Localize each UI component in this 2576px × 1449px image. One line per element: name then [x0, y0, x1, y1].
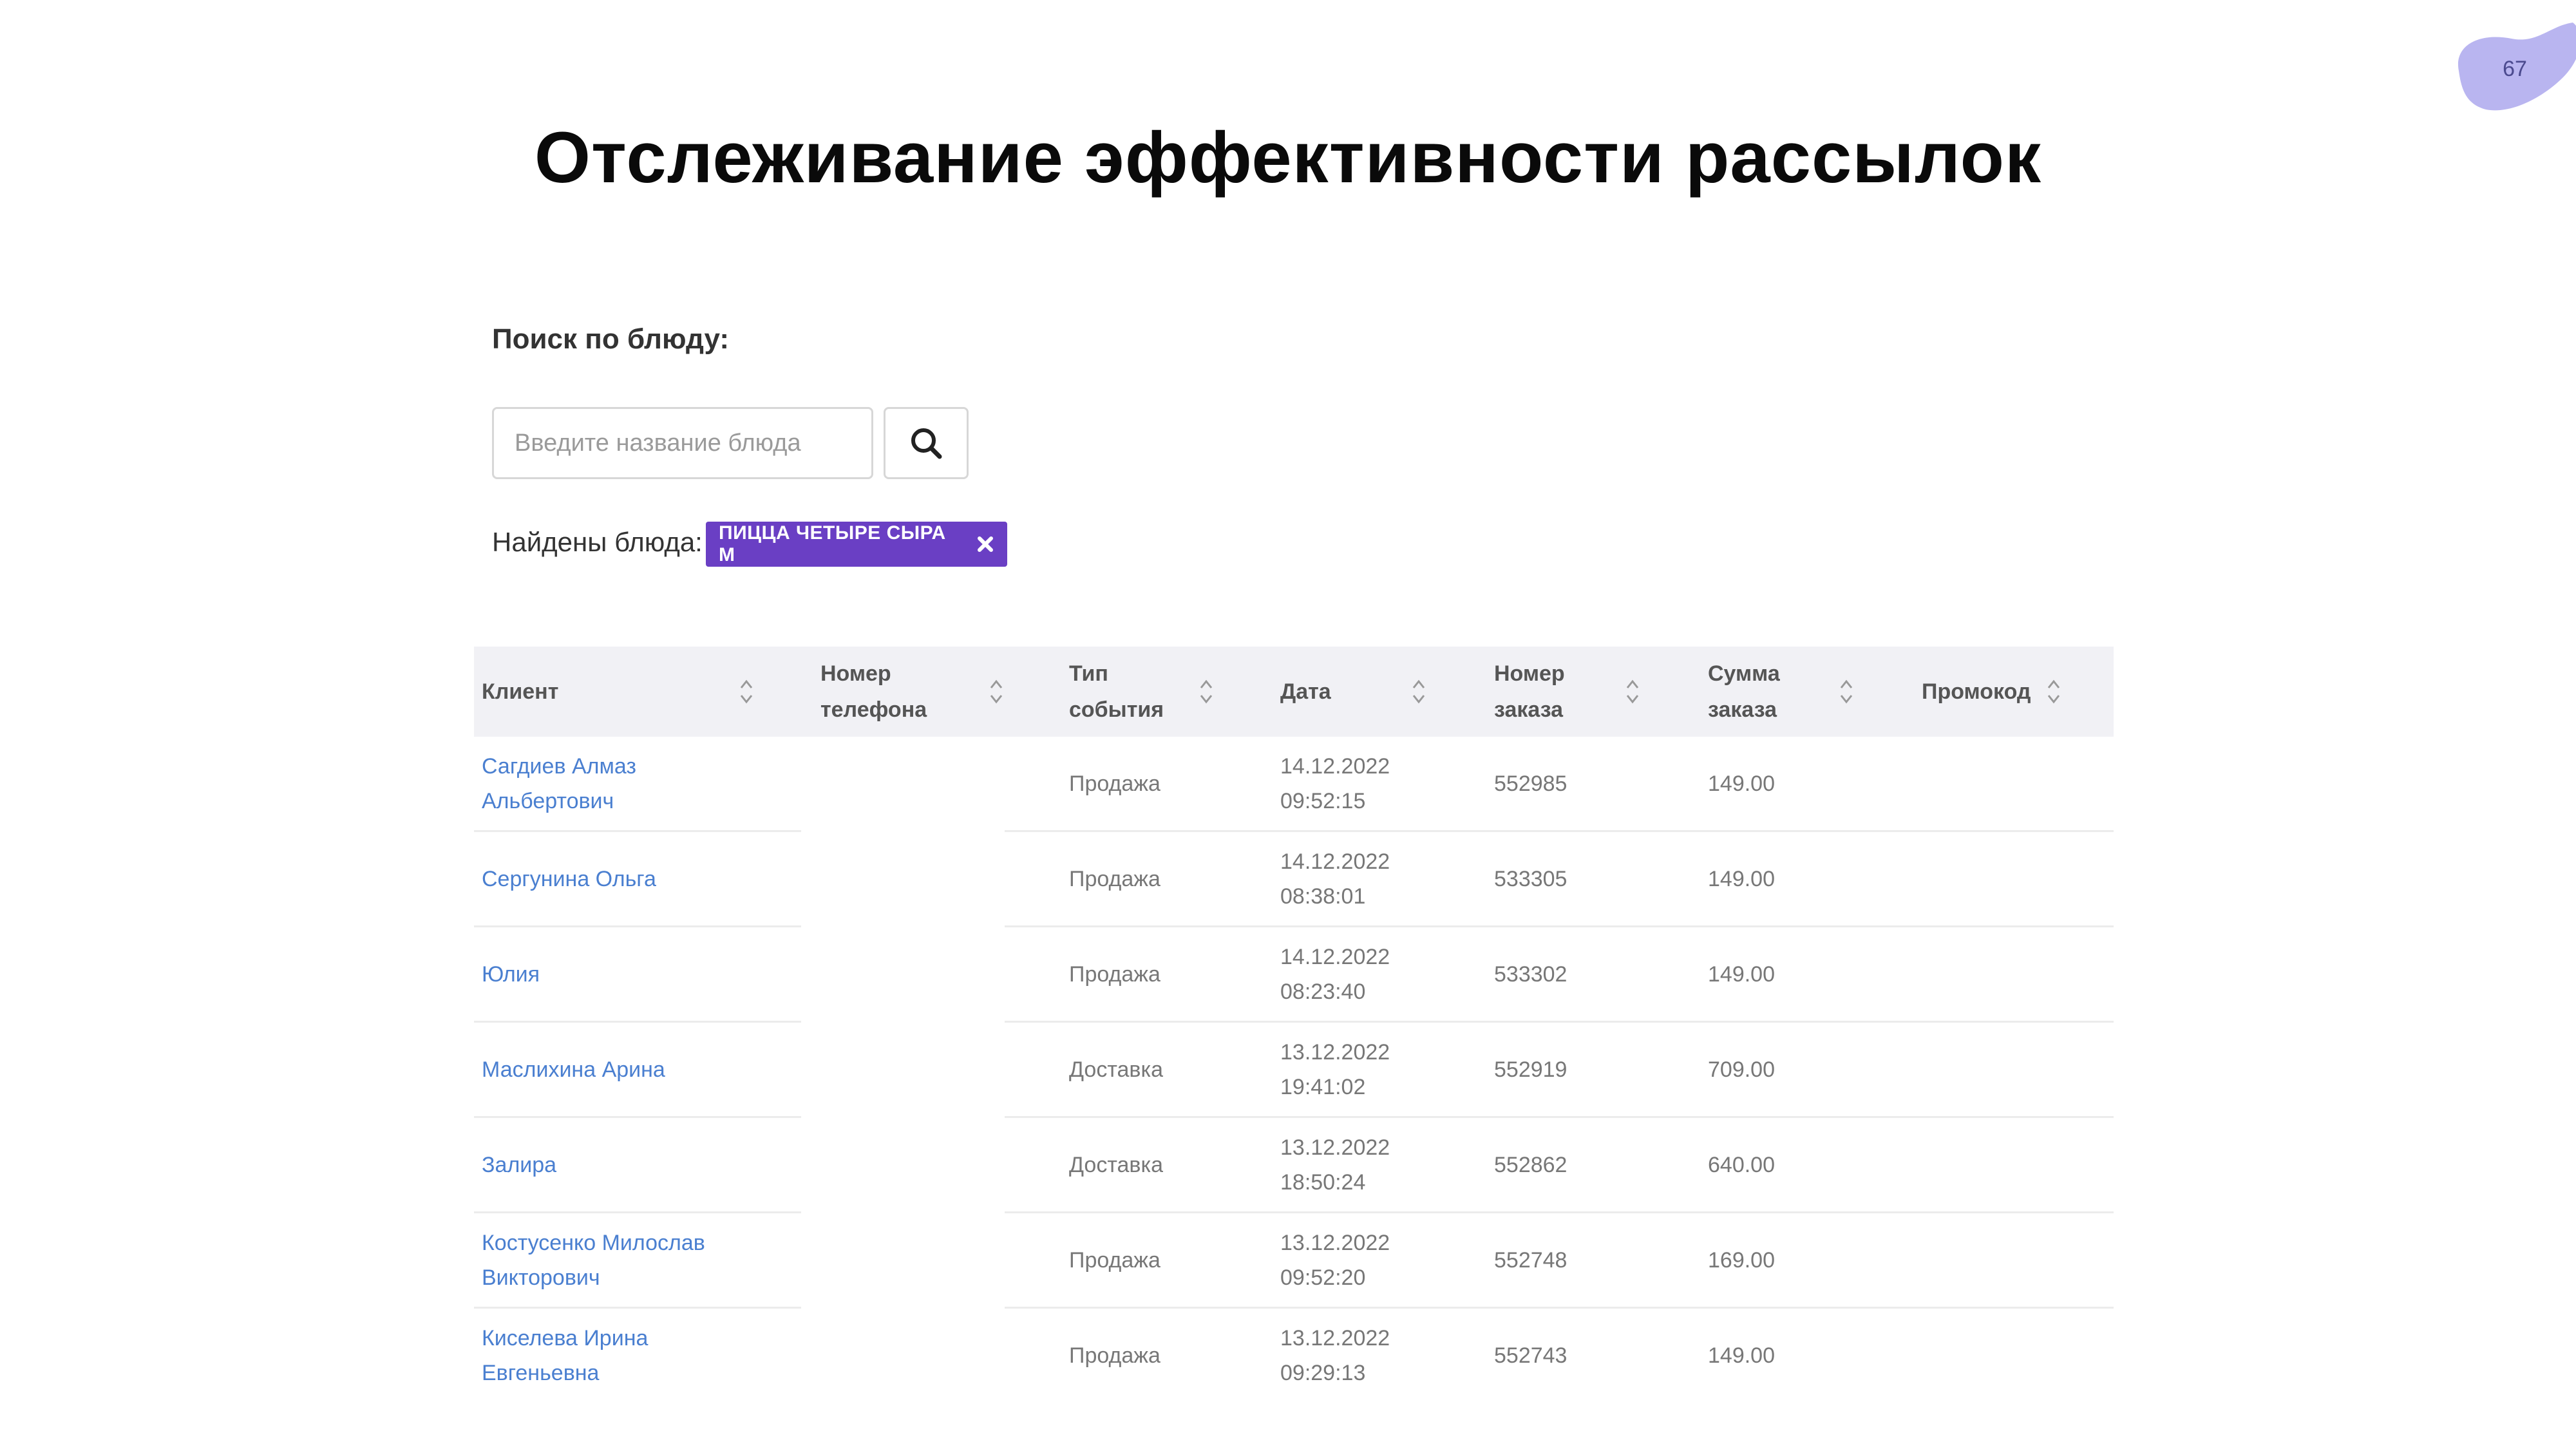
order-number-cell: 552743: [1494, 1343, 1567, 1368]
order-number-cell: 552862: [1494, 1152, 1567, 1177]
client-link[interactable]: Костусенко Милослав Викторович: [482, 1213, 705, 1307]
dish-tag-label: ПИЦЦА ЧЕТЫРЕ СЫРА М: [719, 522, 946, 565]
column-header-phone[interactable]: Номер телефона: [820, 647, 927, 737]
dish-tag: ПИЦЦА ЧЕТЫРЕ СЫРА М: [706, 522, 1007, 567]
order-amount-cell: 640.00: [1708, 1152, 1775, 1177]
page-title: Отслеживание эффективности рассылок: [534, 117, 2042, 198]
date-cell: 13.12.2022 09:52:20: [1280, 1230, 1390, 1290]
date-cell: 13.12.2022 19:41:02: [1280, 1039, 1390, 1099]
event-type-cell: Продажа: [1069, 866, 1160, 891]
search-icon: [911, 428, 942, 459]
client-link[interactable]: Маслихина Арина: [482, 1023, 665, 1116]
table-row: Юлия Продажа 14.12.2022 08:23:40 533302 …: [474, 927, 2114, 1023]
column-header-event-type[interactable]: Тип события: [1069, 647, 1164, 737]
event-type-cell: Продажа: [1069, 771, 1160, 796]
table-header: Клиент Номер телефона Тип события Дата Н…: [474, 647, 2114, 737]
order-number-cell: 552919: [1494, 1057, 1567, 1082]
table-row: Костусенко Милослав Викторович Продажа 1…: [474, 1213, 2114, 1309]
table-body: Сагдиев Алмаз Альбертович Продажа 14.12.…: [474, 737, 2114, 1404]
close-icon[interactable]: [976, 535, 994, 553]
column-header-date[interactable]: Дата: [1280, 647, 1331, 737]
table-row: Маслихина Арина Доставка 13.12.2022 19:4…: [474, 1023, 2114, 1118]
sort-icon[interactable]: [2045, 676, 2062, 707]
sort-icon[interactable]: [1838, 676, 1855, 707]
sort-icon[interactable]: [738, 676, 755, 707]
order-amount-cell: 149.00: [1708, 866, 1775, 891]
column-header-client[interactable]: Клиент: [482, 647, 558, 737]
sort-icon[interactable]: [1624, 676, 1641, 707]
column-header-promocode[interactable]: Промокод: [1922, 647, 2031, 737]
order-amount-cell: 169.00: [1708, 1247, 1775, 1273]
event-type-cell: Продажа: [1069, 1247, 1160, 1273]
order-number-cell: 533302: [1494, 961, 1567, 987]
event-type-cell: Продажа: [1069, 961, 1160, 987]
date-cell: 13.12.2022 18:50:24: [1280, 1135, 1390, 1195]
sort-icon[interactable]: [1410, 676, 1427, 707]
column-header-order-number[interactable]: Номер заказа: [1494, 647, 1565, 737]
order-number-cell: 552985: [1494, 771, 1567, 796]
search-label: Поиск по блюду:: [492, 323, 729, 355]
date-cell: 13.12.2022 09:29:13: [1280, 1325, 1390, 1385]
table-row: Сагдиев Алмаз Альбертович Продажа 14.12.…: [474, 737, 2114, 832]
date-cell: 14.12.2022 08:38:01: [1280, 849, 1390, 909]
table-row: Киселева Ирина Евгеньевна Продажа 13.12.…: [474, 1309, 2114, 1404]
table-row: Сергунина Ольга Продажа 14.12.2022 08:38…: [474, 832, 2114, 927]
table-row: Залира Доставка 13.12.2022 18:50:24 5528…: [474, 1118, 2114, 1213]
order-number-cell: 552748: [1494, 1247, 1567, 1273]
event-type-cell: Доставка: [1069, 1152, 1164, 1177]
client-link[interactable]: Сергунина Ольга: [482, 832, 656, 925]
orders-table: Клиент Номер телефона Тип события Дата Н…: [474, 647, 2114, 1404]
page-number: 67: [2503, 57, 2527, 81]
order-amount-cell: 709.00: [1708, 1057, 1775, 1082]
event-type-cell: Доставка: [1069, 1057, 1164, 1082]
order-number-cell: 533305: [1494, 866, 1567, 891]
column-header-order-amount[interactable]: Сумма заказа: [1708, 647, 1780, 737]
client-link[interactable]: Залира: [482, 1118, 556, 1211]
date-cell: 14.12.2022 09:52:15: [1280, 753, 1390, 813]
search-button[interactable]: [884, 407, 969, 479]
order-amount-cell: 149.00: [1708, 1343, 1775, 1368]
event-type-cell: Продажа: [1069, 1343, 1160, 1368]
sort-icon[interactable]: [988, 676, 1005, 707]
order-amount-cell: 149.00: [1708, 961, 1775, 987]
search-input[interactable]: [492, 407, 873, 479]
sort-icon[interactable]: [1198, 676, 1215, 707]
client-link[interactable]: Сагдиев Алмаз Альбертович: [482, 737, 636, 830]
found-dishes-label: Найдены блюда:: [492, 527, 703, 557]
client-link[interactable]: Юлия: [482, 927, 540, 1021]
date-cell: 14.12.2022 08:23:40: [1280, 944, 1390, 1004]
order-amount-cell: 149.00: [1708, 771, 1775, 796]
client-link[interactable]: Киселева Ирина Евгеньевна: [482, 1309, 648, 1402]
